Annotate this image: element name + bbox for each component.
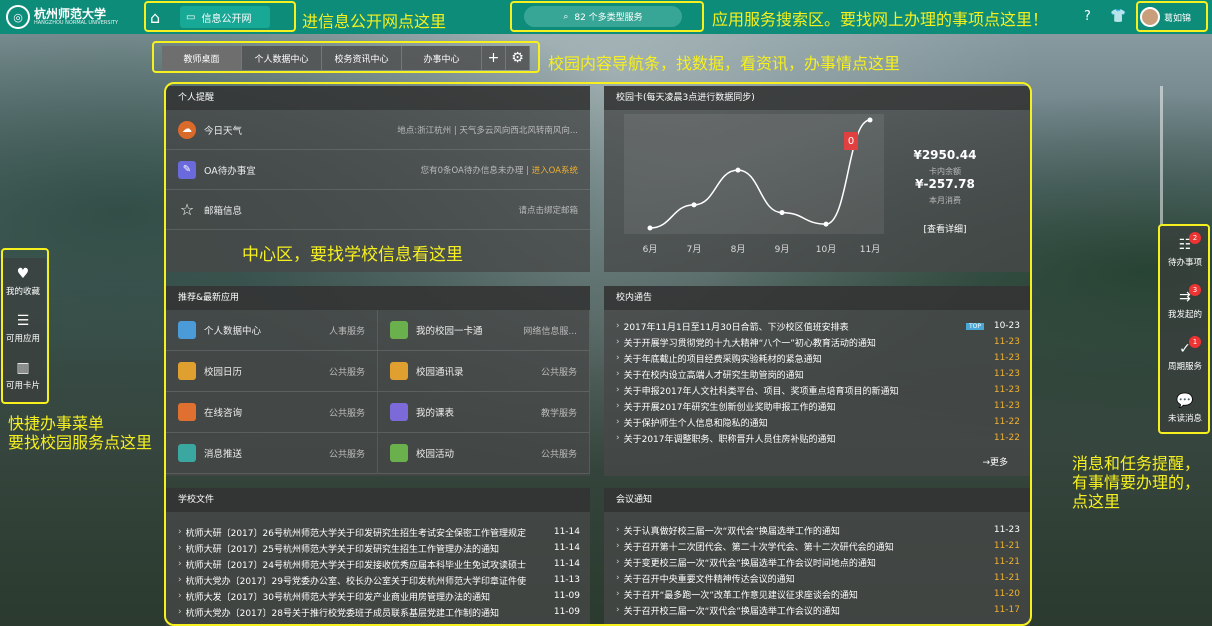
highlight-nav (152, 41, 540, 73)
highlight-user (1136, 1, 1208, 32)
university-logo[interactable]: ◎ 杭州师范大学 HANGZHOU NORMAL UNIVERSITY (6, 5, 138, 29)
highlight-messages (1158, 224, 1210, 434)
shirt-icon[interactable]: 👕 (1110, 9, 1126, 24)
logo-text: 杭州师范大学 (34, 7, 107, 21)
annotation-messages: 消息和任务提醒，有事情要办理的，点这里 (1072, 454, 1201, 511)
annotation-info: 进信息公开网点这里 (302, 12, 447, 31)
annotation-nav: 校园内容导航条，找数据，看资讯，办事情点这里 (548, 54, 901, 73)
highlight-search (510, 1, 704, 32)
seal-icon: ◎ (6, 5, 30, 29)
annotation-quick: 快捷办事菜单 要找校园服务点这里 (8, 414, 153, 452)
highlight-info (144, 1, 296, 32)
scrollbar[interactable] (1160, 86, 1163, 226)
logo-en: HANGZHOU NORMAL UNIVERSITY (34, 20, 119, 26)
highlight-center (164, 82, 1032, 626)
help-icon[interactable]: ? (1084, 9, 1091, 24)
highlight-quick (1, 248, 49, 404)
annotation-search: 应用服务搜索区。要找网上办理的事项点这里！ (712, 10, 1049, 29)
